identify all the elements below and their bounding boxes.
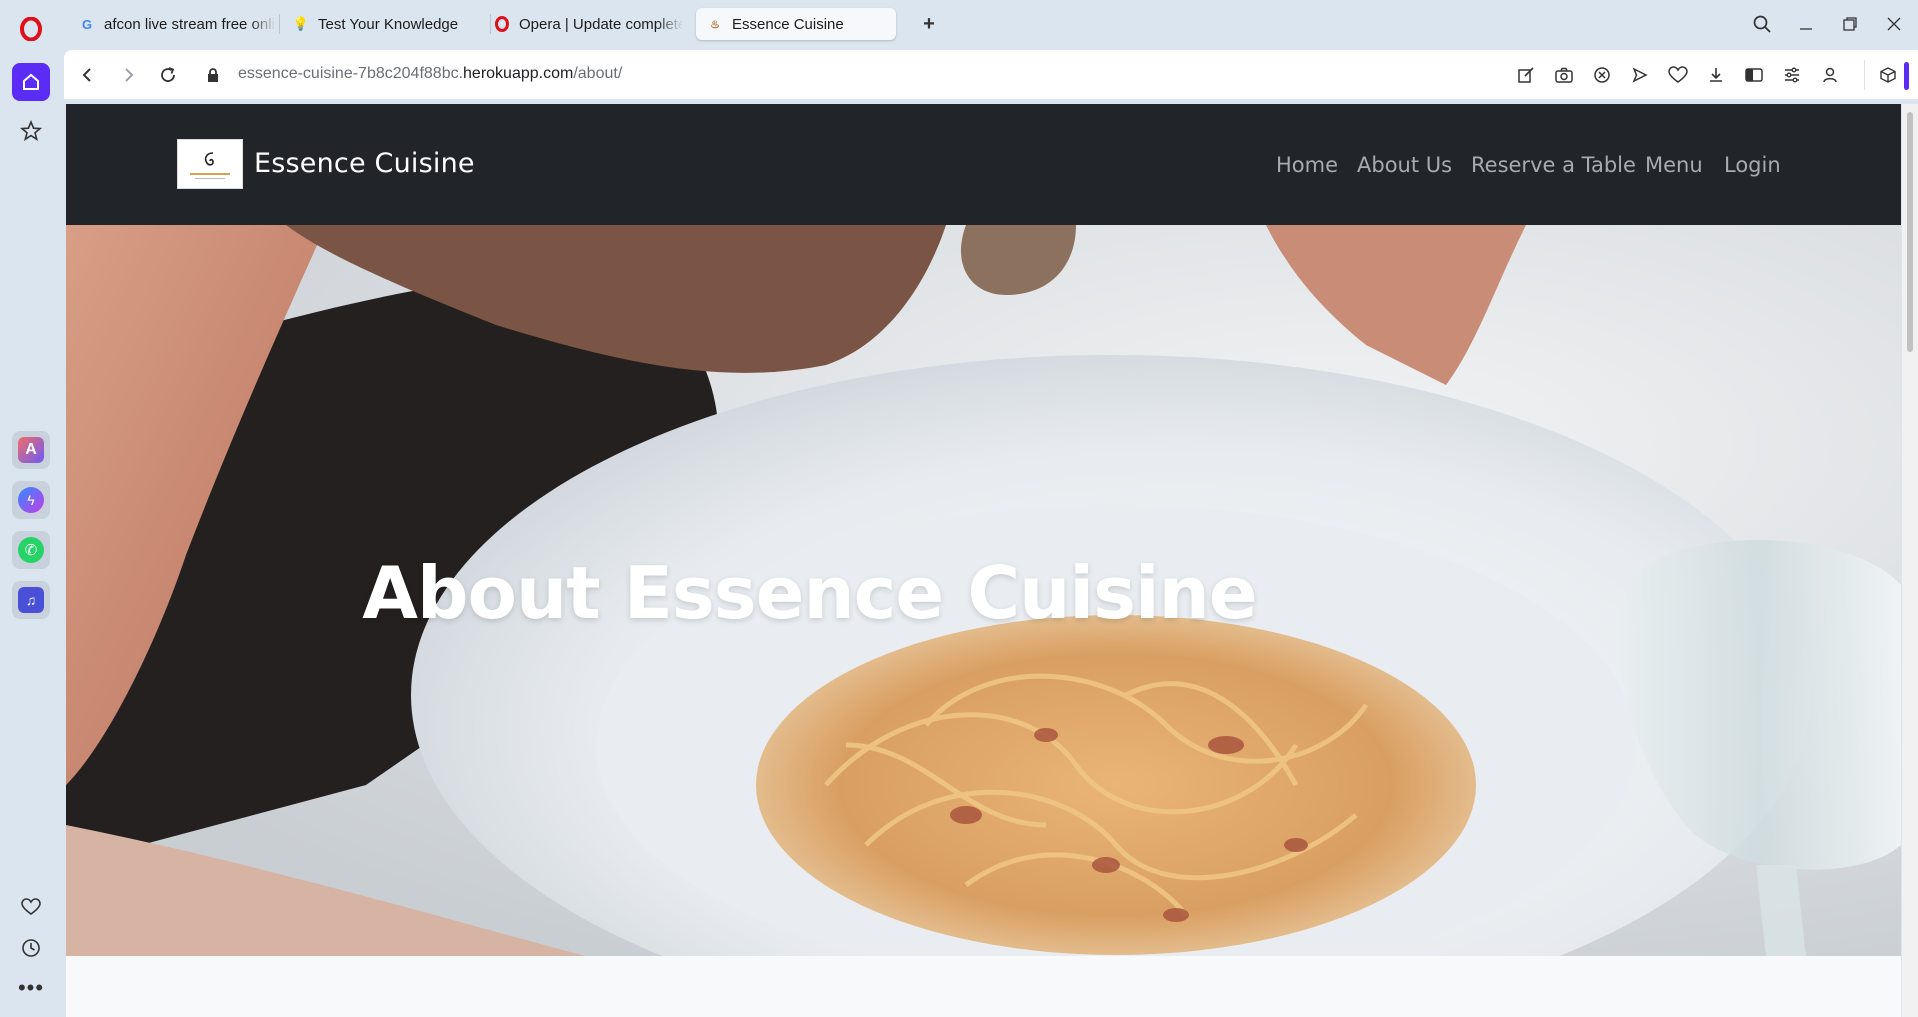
whatsapp-icon[interactable]: ✆ bbox=[12, 531, 50, 569]
more-options-icon[interactable]: ••• bbox=[12, 969, 50, 1007]
nav-menu[interactable]: Menu bbox=[1645, 153, 1703, 177]
opera-menu-icon[interactable] bbox=[12, 10, 50, 48]
minimize-icon[interactable] bbox=[1792, 10, 1820, 38]
tab-label: Test Your Knowledge bbox=[318, 15, 459, 33]
restore-icon[interactable] bbox=[1836, 10, 1864, 38]
lightbulb-icon: 💡 bbox=[292, 16, 310, 31]
address-bar: essence-cuisine-7b8c204f88bc.herokuapp.c… bbox=[64, 50, 1918, 100]
tab-test-knowledge[interactable]: 💡 Test Your Knowledge bbox=[282, 8, 487, 40]
flow-send-icon[interactable] bbox=[1628, 63, 1652, 87]
back-icon[interactable] bbox=[74, 62, 100, 88]
extensions-cube-icon[interactable] bbox=[1876, 63, 1900, 87]
close-window-icon[interactable] bbox=[1880, 10, 1908, 38]
tab-afcon[interactable]: G afcon live stream free online bbox=[68, 8, 276, 40]
tab-label: Essence Cuisine bbox=[732, 15, 844, 33]
search-tabs-icon[interactable] bbox=[1748, 10, 1776, 38]
sidebar-toggle-icon[interactable] bbox=[1742, 63, 1766, 87]
logo-emblem-icon bbox=[204, 151, 214, 166]
tab-opera-update[interactable]: Opera | Update complete bbox=[483, 8, 683, 40]
accent-indicator bbox=[1904, 62, 1909, 90]
browser-sidebar: A ϟ ✆ ♫ ••• bbox=[0, 0, 62, 1017]
nav-login[interactable]: Login bbox=[1724, 153, 1781, 177]
lock-icon[interactable] bbox=[200, 62, 226, 88]
new-tab-button[interactable]: + bbox=[915, 10, 943, 38]
adblock-icon[interactable] bbox=[1590, 63, 1614, 87]
nav-about-us[interactable]: About Us bbox=[1357, 153, 1452, 177]
easy-setup-icon[interactable] bbox=[1780, 63, 1804, 87]
web-page: Essence Cuisine Home About Us Reserve a … bbox=[66, 104, 1901, 1017]
messenger-icon[interactable]: ϟ bbox=[12, 481, 50, 519]
site-navbar: Essence Cuisine Home About Us Reserve a … bbox=[66, 104, 1901, 225]
aria-ai-icon[interactable]: A bbox=[12, 431, 50, 469]
page-scrollbar[interactable] bbox=[1902, 104, 1918, 1017]
url-path: /about/ bbox=[573, 65, 623, 82]
music-player-icon[interactable]: ♫ bbox=[12, 581, 50, 619]
site-brand[interactable]: Essence Cuisine bbox=[254, 148, 475, 179]
download-icon[interactable] bbox=[1704, 63, 1728, 87]
edit-page-icon[interactable] bbox=[1514, 63, 1538, 87]
history-icon[interactable] bbox=[12, 929, 50, 967]
hero-banner: About Essence Cuisine bbox=[66, 225, 1901, 956]
profile-icon[interactable] bbox=[1818, 63, 1842, 87]
star-icon[interactable] bbox=[12, 112, 50, 150]
tab-essence-cuisine[interactable]: ♨ Essence Cuisine bbox=[696, 8, 896, 40]
home-icon[interactable] bbox=[12, 63, 50, 101]
scrollbar-thumb[interactable] bbox=[1907, 112, 1913, 352]
tab-strip: G afcon live stream free online 💡 Test Y… bbox=[62, 0, 1918, 50]
url-domain: herokuapp.com bbox=[463, 65, 574, 82]
heart-icon[interactable] bbox=[12, 888, 50, 926]
url-field[interactable]: essence-cuisine-7b8c204f88bc.herokuapp.c… bbox=[238, 65, 622, 83]
opera-icon bbox=[493, 15, 511, 33]
site-logo[interactable] bbox=[177, 139, 243, 189]
google-icon: G bbox=[81, 16, 93, 32]
url-prefix: essence-cuisine-7b8c204f88bc. bbox=[238, 65, 464, 82]
reload-icon[interactable] bbox=[155, 62, 181, 88]
essence-favicon: ♨ bbox=[710, 18, 720, 31]
nav-reserve-table[interactable]: Reserve a Table bbox=[1471, 153, 1636, 177]
favorites-heart-icon[interactable] bbox=[1666, 63, 1690, 87]
forward-icon[interactable] bbox=[116, 62, 142, 88]
nav-home[interactable]: Home bbox=[1276, 153, 1338, 177]
hero-title: About Essence Cuisine bbox=[362, 551, 1257, 635]
camera-snapshot-icon[interactable] bbox=[1552, 63, 1576, 87]
